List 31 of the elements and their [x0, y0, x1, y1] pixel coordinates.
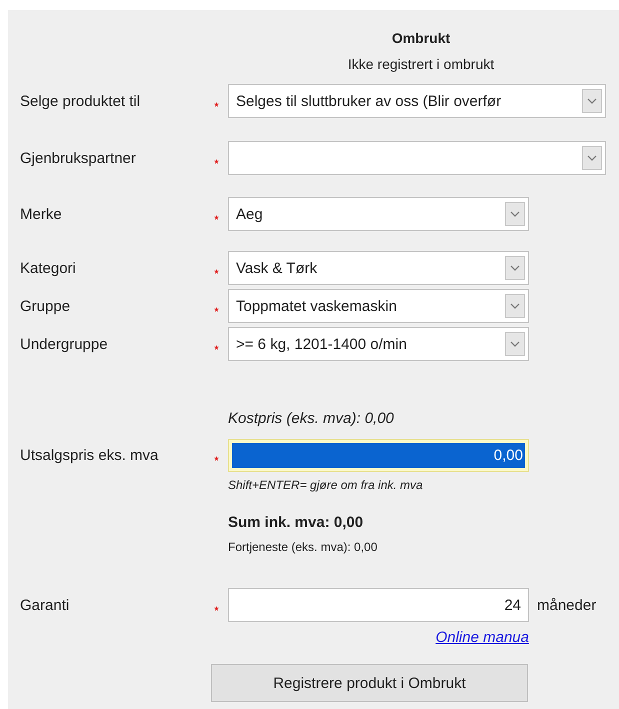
field-label: Garanti [20, 596, 70, 614]
field-label: Merke [20, 206, 63, 222]
dropdown[interactable]: Selges til sluttbruker av oss (Blir overfør [228, 84, 606, 118]
chevron-down-icon [582, 89, 602, 113]
profit-text: Fortjeneste (eks. mva): 0,00 [228, 540, 378, 554]
dropdown[interactable]: Vask & Tørk [228, 251, 529, 285]
dropdown[interactable]: Toppmatet vaskemaskin [228, 289, 529, 323]
field-label: Undergruppe [20, 336, 109, 352]
field-label: Gjenbrukspartner [20, 150, 137, 166]
chevron-down-icon [505, 294, 525, 318]
chevron-down-icon [582, 146, 602, 170]
cost-price-text: Kostpris (eks. mva): 0,00 [228, 411, 395, 427]
warranty-input[interactable]: 24 [228, 588, 529, 622]
field-label: Kategori [20, 260, 77, 276]
field-label: Selge produktet til [20, 92, 142, 110]
dropdown[interactable] [228, 141, 606, 175]
form-title: Ombrukt [390, 30, 452, 46]
status-text: Ikke registrert i ombrukt [346, 56, 496, 72]
field-label: Utsalgspris eks. mva [20, 447, 160, 464]
sum-text: Sum ink. mva: 0,00 [228, 515, 364, 531]
price-input[interactable]: 0,00 [228, 439, 529, 472]
chevron-down-icon [505, 202, 525, 226]
dropdown[interactable]: >= 6 kg, 1201-1400 o/min [228, 327, 529, 361]
chevron-down-icon [505, 256, 525, 280]
hint-text: Shift+ENTER= gjøre om fra ink. mva [228, 478, 424, 492]
register-button[interactable]: Registrere produkt i Ombrukt [211, 664, 528, 702]
dropdown[interactable]: Aeg [228, 197, 529, 231]
field-label: Gruppe [20, 298, 72, 314]
manual-link[interactable]: Online manua [436, 629, 529, 646]
unit-label: måneder [537, 596, 596, 614]
chevron-down-icon [505, 332, 525, 356]
